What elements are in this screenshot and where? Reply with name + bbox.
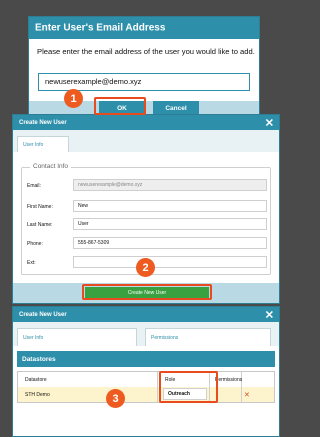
- step-badge-1: 1: [64, 89, 83, 108]
- step-badge-2: 2: [136, 258, 155, 277]
- create-new-user-button[interactable]: Create New User: [85, 287, 209, 298]
- phone-field[interactable]: 555-867-5309: [73, 237, 267, 249]
- column-divider: [157, 372, 158, 402]
- phone-label: Phone:: [27, 241, 43, 247]
- datastores-heading: Datastores: [17, 351, 275, 367]
- email-label: Email:: [27, 183, 41, 189]
- close-icon[interactable]: ✕: [265, 116, 274, 129]
- ext-field[interactable]: [73, 256, 267, 268]
- column-divider: [209, 372, 210, 402]
- email-field: newuserexample@demo.xyz: [73, 179, 267, 191]
- ok-button[interactable]: OK: [99, 101, 145, 115]
- first-name-label: First Name:: [27, 204, 53, 210]
- first-name-field[interactable]: New: [73, 200, 267, 212]
- delete-icon[interactable]: ✕: [240, 388, 250, 402]
- table-row[interactable]: [18, 387, 274, 402]
- tab-strip: User Info: [13, 130, 279, 152]
- email-dialog-title: Enter User's Email Address: [35, 22, 166, 34]
- last-name-field[interactable]: User: [73, 218, 267, 230]
- tab-strip: User Info Permissions: [13, 322, 279, 346]
- permissions-titlebar: Create New User ✕: [13, 307, 279, 322]
- last-name-label: Last Name:: [27, 222, 53, 228]
- email-dialog-titlebar: Enter User's Email Address: [29, 17, 259, 39]
- email-dialog: Enter User's Email Address Please enter …: [28, 16, 260, 116]
- column-header-datastore: Datastore: [25, 377, 47, 383]
- tab-user-info[interactable]: User Info: [17, 328, 137, 346]
- ext-label: Ext:: [27, 260, 36, 266]
- email-input[interactable]: newuserexample@demo.xyz: [38, 73, 250, 91]
- role-select[interactable]: Outreach: [163, 388, 207, 400]
- email-dialog-message: Please enter the email address of the us…: [37, 47, 255, 56]
- tab-permissions[interactable]: Permissions: [145, 328, 271, 346]
- tab-user-info[interactable]: User Info: [17, 136, 69, 152]
- column-header-permissions: Permissions: [215, 377, 243, 383]
- permissions-title: Create New User: [19, 311, 67, 318]
- permissions-dialog: Create New User ✕ User Info Permissions …: [12, 306, 280, 437]
- create-user-title: Create New User: [19, 119, 67, 126]
- datastore-cell: STH Demo: [25, 392, 50, 398]
- close-icon[interactable]: ✕: [265, 308, 274, 321]
- contact-info-legend: Contact Info: [30, 163, 72, 170]
- step-badge-3: 3: [106, 389, 125, 408]
- cancel-button[interactable]: Cancel: [153, 101, 199, 115]
- column-header-role: Role: [165, 377, 176, 383]
- create-user-titlebar: Create New User ✕: [13, 115, 279, 130]
